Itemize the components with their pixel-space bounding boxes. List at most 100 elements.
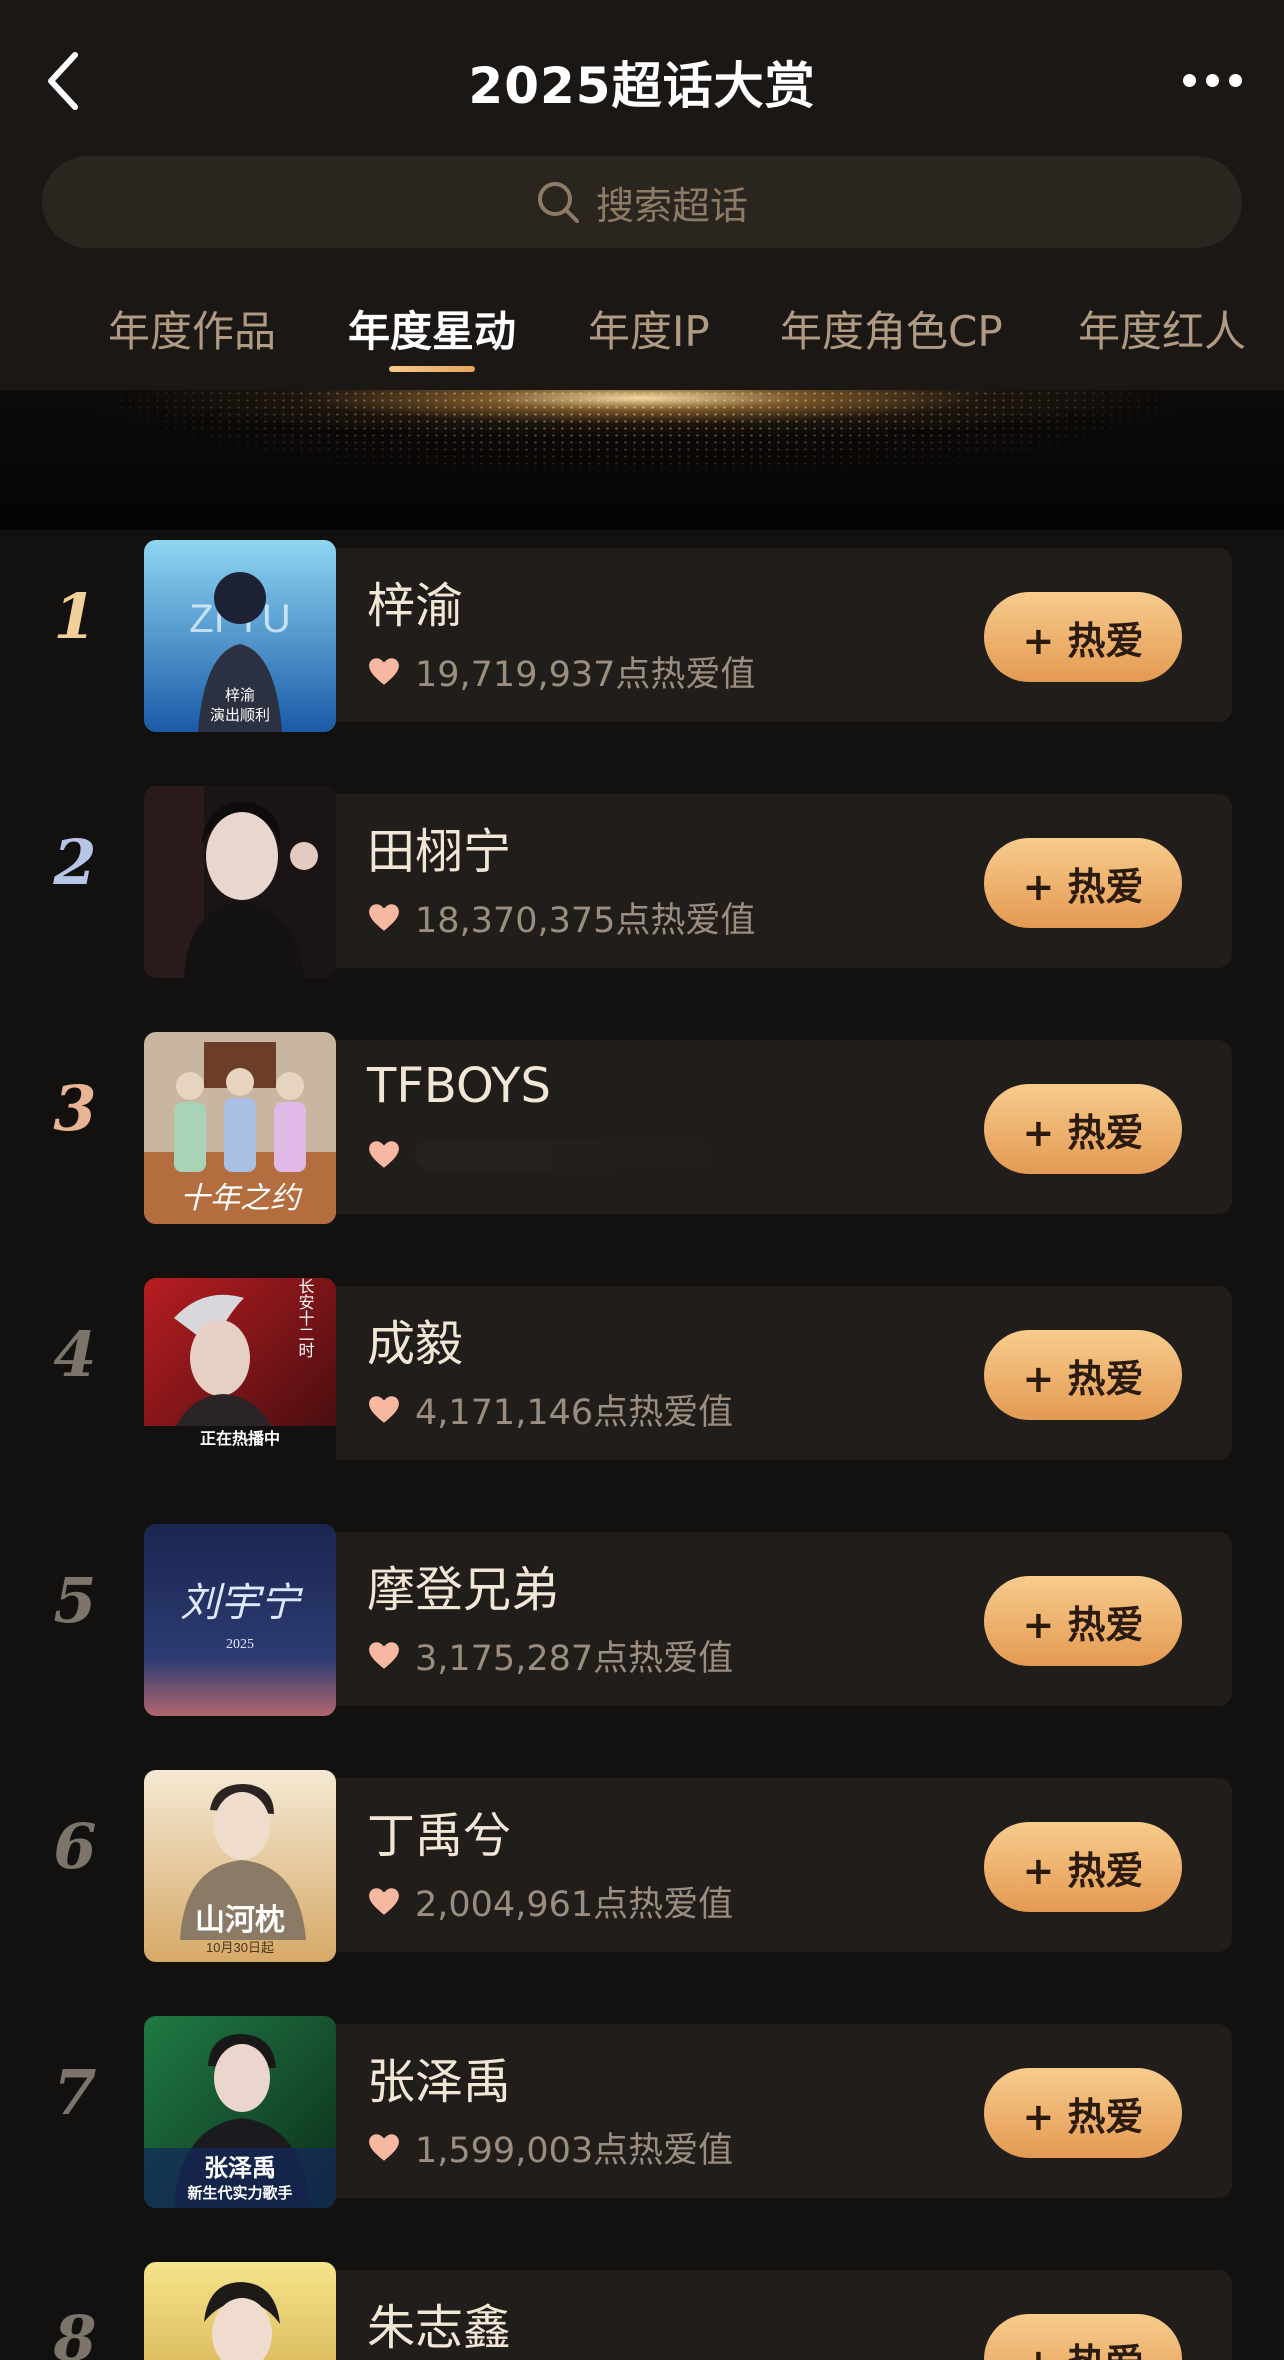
heat-value: 19,719,937点热爱值 <box>415 655 756 695</box>
thumb-text: 张泽禹 <box>204 2155 276 2182</box>
tab-label: 年度星动 <box>348 307 517 356</box>
heat-stat: 19,719,937点热爱值 <box>367 646 755 697</box>
tab-label: 年度IP <box>588 307 710 356</box>
love-button[interactable]: + 热爱 <box>984 1822 1182 1912</box>
heart-icon <box>369 1887 399 1915</box>
star-name: 张泽禹 <box>367 2054 512 2110</box>
heat-stat: 4,171,146点热爱值 <box>367 1384 733 1435</box>
page-title: 2025超话大赏 <box>468 57 816 115</box>
avatar[interactable]: 张泽禹 新生代实力歌手 <box>144 2016 336 2208</box>
thumb-text: 新生代实力歌手 <box>187 2184 292 2202</box>
rank-number: 5 <box>53 1564 97 1637</box>
love-button[interactable]: + 热爱 <box>984 592 1182 682</box>
avatar[interactable]: 山河枕 10月30日起 <box>144 1770 336 1962</box>
tab-label: 年度作品 <box>108 307 277 356</box>
avatar-image <box>144 786 336 978</box>
rank-number: 2 <box>53 826 97 899</box>
heart-icon <box>369 2133 399 2161</box>
heat-stat: 1,599,003点热爱值 <box>367 2122 733 2173</box>
avatar-image: 长安十二时 正在热播中 <box>144 1278 336 1470</box>
thumb-text: 刘宇宁 <box>180 1580 304 1625</box>
avatar-image: ZI YU 梓渝 演出顺利 <box>144 540 336 732</box>
thumb-text: 长安十二时 <box>296 1278 315 1358</box>
star-name: 朱志鑫 <box>367 2300 512 2356</box>
heat-stat <box>367 1138 715 1172</box>
avatar[interactable]: 长安十二时 正在热播中 <box>144 1278 336 1470</box>
thumb-text: 2025 <box>226 1637 254 1652</box>
rank-number: 1 <box>53 580 97 653</box>
category-tabs: 年度作品 年度星动 年度IP 年度角色CP 年度红人 <box>0 302 1284 382</box>
search-icon <box>537 182 579 223</box>
heat-stat: 3,175,287点热爱值 <box>367 1630 733 1681</box>
rank-number: 7 <box>53 2056 97 2129</box>
star-name: 田栩宁 <box>367 824 512 880</box>
avatar[interactable]: 十年之约 <box>144 1032 336 1224</box>
heat-stat: 18,370,375点热爱值 <box>367 892 755 943</box>
ranking-row[interactable]: 4 长安十二时 正在热播中 成毅 4,171,146点热爱值 + 热爱 <box>0 1268 1284 1470</box>
heat-value: 2,004,961点热爱值 <box>415 1885 734 1925</box>
heart-icon <box>369 1641 399 1669</box>
avatar[interactable] <box>144 2262 336 2360</box>
ranking-row[interactable]: 3 十年之约 TFBOYS + 热爱 <box>0 1022 1284 1224</box>
star-name: 成毅 <box>367 1316 464 1372</box>
love-button[interactable]: + 热爱 <box>984 838 1182 928</box>
tab-annual-works[interactable]: 年度作品 <box>108 302 276 382</box>
heat-value: 4,171,146点热爱值 <box>415 1393 734 1433</box>
star-name: 梓渝 <box>367 578 464 634</box>
star-name: 摩登兄弟 <box>367 1562 560 1618</box>
heat-value: 1,599,003点热爱值 <box>415 2131 734 2171</box>
ranking-row[interactable]: 7 张泽禹 新生代实力歌手 张泽禹 1,599,003点热爱值 + 热爱 <box>0 2006 1284 2208</box>
rank-number: 6 <box>53 1810 97 1883</box>
thumb-text: 正在热播中 <box>200 1429 280 1448</box>
heart-icon <box>369 657 399 685</box>
tab-annual-influencer[interactable]: 年度红人 <box>1078 302 1246 382</box>
star-name: TFBOYS <box>367 1058 551 1114</box>
top-bar: 2025超话大赏 <box>0 0 1284 152</box>
heat-value-obscured <box>415 1140 715 1170</box>
subheader: 搜索超话 年度作品 年度星动 年度IP 年度角色CP 年度红人 <box>0 152 1284 390</box>
love-button[interactable]: + 热爱 <box>984 1084 1182 1174</box>
search-bar[interactable]: 搜索超话 <box>42 156 1242 248</box>
ranking-row[interactable]: 2 田栩宁 18,370,375点热爱值 + 热爱 <box>0 776 1284 978</box>
avatar[interactable]: 刘宇宁 2025 <box>144 1524 336 1716</box>
tab-annual-role-cp[interactable]: 年度角色CP <box>780 302 1003 382</box>
heat-stat: 2,004,961点热爱值 <box>367 1876 733 1927</box>
avatar[interactable] <box>144 786 336 978</box>
thumb-text: 演出顺利 <box>210 707 270 724</box>
app-root: 2025超话大赏 搜索超话 年度作品 年度星动 年度IP 年度角色CP 年度红人 <box>0 0 1284 2360</box>
ranking-row[interactable]: 6 山河枕 10月30日起 丁禹兮 2,004,961点热爱值 + 热爱 <box>0 1760 1284 1962</box>
more-dot-icon <box>1205 73 1219 87</box>
ranking-row[interactable]: 5 刘宇宁 2025 摩登兄弟 3,175,287点热爱值 + 热爱 <box>0 1514 1284 1716</box>
rank-number: 4 <box>53 1318 97 1391</box>
ranking-row[interactable]: 1 ZI YU 梓渝 演出顺利 梓渝 19,719,937点热爱值 + 热爱 <box>0 530 1284 732</box>
thumb-text: 梓渝 <box>225 687 255 704</box>
rank-number: 8 <box>53 2302 97 2360</box>
love-button[interactable]: + 热爱 <box>984 1576 1182 1666</box>
avatar-image: 山河枕 10月30日起 <box>144 1770 336 1962</box>
more-dot-icon <box>1182 73 1196 87</box>
more-options-button[interactable] <box>1172 60 1252 100</box>
thumb-text: 十年之约 <box>180 1182 303 1215</box>
avatar-image: 刘宇宁 2025 <box>144 1524 336 1716</box>
avatar-image: 十年之约 <box>144 1032 336 1224</box>
sparkle-decoration <box>0 390 1284 530</box>
avatar[interactable]: ZI YU 梓渝 演出顺利 <box>144 540 336 732</box>
tab-label: 年度红人 <box>1078 307 1247 356</box>
thumb-text: 10月30日起 <box>206 1940 274 1955</box>
thumb-text: 山河枕 <box>195 1904 285 1937</box>
tab-annual-ip[interactable]: 年度IP <box>588 302 710 382</box>
heat-value: 3,175,287点热爱值 <box>415 1639 734 1679</box>
heart-icon <box>369 1141 399 1168</box>
heart-icon <box>369 1395 399 1423</box>
stage-light-banner <box>0 390 1284 530</box>
love-button[interactable]: + 热爱 <box>984 1330 1182 1420</box>
search-placeholder: 搜索超话 <box>595 183 748 228</box>
avatar-image <box>144 2262 336 2360</box>
ranking-row[interactable]: 8 朱志鑫 + 热爱 <box>0 2252 1284 2360</box>
heart-icon <box>369 903 399 931</box>
love-button[interactable]: + 热爱 <box>984 2068 1182 2158</box>
tab-annual-stars[interactable]: 年度星动 <box>348 302 516 382</box>
rank-number: 3 <box>53 1072 97 1145</box>
star-name: 丁禹兮 <box>367 1808 512 1864</box>
love-button[interactable]: + 热爱 <box>984 2314 1182 2360</box>
